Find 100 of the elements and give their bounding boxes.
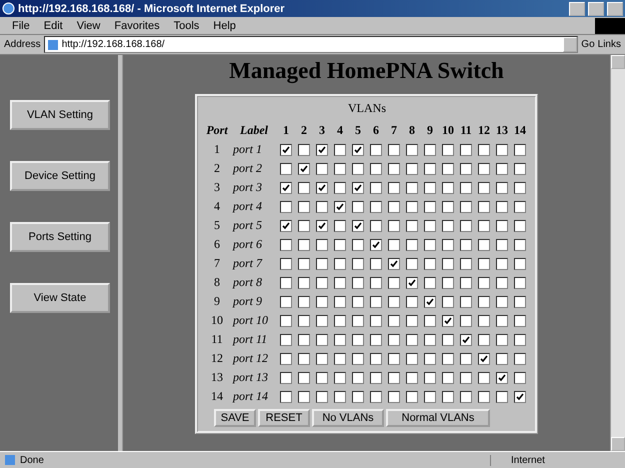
scrollbar[interactable] xyxy=(610,55,625,451)
checkbox[interactable] xyxy=(514,220,526,232)
checkbox[interactable] xyxy=(406,182,418,194)
checkbox[interactable] xyxy=(280,238,292,250)
checkbox[interactable] xyxy=(514,276,526,288)
checkbox[interactable] xyxy=(496,334,508,346)
checkbox[interactable] xyxy=(514,238,526,250)
checkbox[interactable] xyxy=(370,276,382,288)
checkbox[interactable] xyxy=(388,258,400,270)
checkbox[interactable] xyxy=(496,220,508,232)
checkbox[interactable] xyxy=(406,220,418,232)
checkbox[interactable] xyxy=(334,352,346,364)
checkbox[interactable] xyxy=(478,334,490,346)
checkbox[interactable] xyxy=(280,144,292,156)
checkbox[interactable] xyxy=(478,182,490,194)
checkbox[interactable] xyxy=(334,296,346,308)
checkbox[interactable] xyxy=(370,334,382,346)
checkbox[interactable] xyxy=(280,314,292,326)
checkbox[interactable] xyxy=(406,334,418,346)
checkbox[interactable] xyxy=(424,296,436,308)
checkbox[interactable] xyxy=(514,352,526,364)
checkbox[interactable] xyxy=(388,296,400,308)
checkbox[interactable] xyxy=(496,372,508,384)
checkbox[interactable] xyxy=(424,334,436,346)
checkbox[interactable] xyxy=(352,276,364,288)
form-button[interactable]: RESET xyxy=(258,409,310,427)
checkbox[interactable] xyxy=(460,296,472,308)
checkbox[interactable] xyxy=(370,372,382,384)
checkbox[interactable] xyxy=(388,144,400,156)
checkbox[interactable] xyxy=(316,258,328,270)
checkbox[interactable] xyxy=(478,238,490,250)
checkbox[interactable] xyxy=(352,162,364,174)
checkbox[interactable] xyxy=(406,314,418,326)
checkbox[interactable] xyxy=(406,276,418,288)
checkbox[interactable] xyxy=(298,372,310,384)
address-field[interactable]: http://192.168.168.168/ xyxy=(44,36,578,53)
checkbox[interactable] xyxy=(370,182,382,194)
checkbox[interactable] xyxy=(514,182,526,194)
checkbox[interactable] xyxy=(280,258,292,270)
checkbox[interactable] xyxy=(352,220,364,232)
checkbox[interactable] xyxy=(334,258,346,270)
checkbox[interactable] xyxy=(460,200,472,212)
checkbox[interactable] xyxy=(316,296,328,308)
checkbox[interactable] xyxy=(496,182,508,194)
checkbox[interactable] xyxy=(424,200,436,212)
checkbox[interactable] xyxy=(352,334,364,346)
checkbox[interactable] xyxy=(496,200,508,212)
checkbox[interactable] xyxy=(370,200,382,212)
checkbox[interactable] xyxy=(298,200,310,212)
checkbox[interactable] xyxy=(316,352,328,364)
checkbox[interactable] xyxy=(334,162,346,174)
go-button[interactable]: Go xyxy=(581,39,595,50)
checkbox[interactable] xyxy=(352,238,364,250)
checkbox[interactable] xyxy=(496,258,508,270)
checkbox[interactable] xyxy=(298,390,310,402)
checkbox[interactable] xyxy=(478,352,490,364)
checkbox[interactable] xyxy=(514,258,526,270)
checkbox[interactable] xyxy=(334,200,346,212)
checkbox[interactable] xyxy=(316,314,328,326)
checkbox[interactable] xyxy=(442,144,454,156)
checkbox[interactable] xyxy=(334,276,346,288)
maximize-button[interactable] xyxy=(588,2,604,16)
checkbox[interactable] xyxy=(298,334,310,346)
checkbox[interactable] xyxy=(424,390,436,402)
checkbox[interactable] xyxy=(496,238,508,250)
checkbox[interactable] xyxy=(478,258,490,270)
checkbox[interactable] xyxy=(442,182,454,194)
checkbox[interactable] xyxy=(370,390,382,402)
checkbox[interactable] xyxy=(460,352,472,364)
checkbox[interactable] xyxy=(406,238,418,250)
checkbox[interactable] xyxy=(406,296,418,308)
checkbox[interactable] xyxy=(388,200,400,212)
checkbox[interactable] xyxy=(334,372,346,384)
checkbox[interactable] xyxy=(496,162,508,174)
checkbox[interactable] xyxy=(424,352,436,364)
checkbox[interactable] xyxy=(334,238,346,250)
checkbox[interactable] xyxy=(334,390,346,402)
checkbox[interactable] xyxy=(442,220,454,232)
checkbox[interactable] xyxy=(352,182,364,194)
checkbox[interactable] xyxy=(298,296,310,308)
checkbox[interactable] xyxy=(280,352,292,364)
checkbox[interactable] xyxy=(478,296,490,308)
checkbox[interactable] xyxy=(442,162,454,174)
checkbox[interactable] xyxy=(406,372,418,384)
checkbox[interactable] xyxy=(370,296,382,308)
checkbox[interactable] xyxy=(316,162,328,174)
checkbox[interactable] xyxy=(316,144,328,156)
checkbox[interactable] xyxy=(478,162,490,174)
form-button[interactable]: SAVE xyxy=(214,409,256,427)
checkbox[interactable] xyxy=(298,162,310,174)
close-button[interactable] xyxy=(607,2,623,16)
checkbox[interactable] xyxy=(496,352,508,364)
checkbox[interactable] xyxy=(478,200,490,212)
checkbox[interactable] xyxy=(298,220,310,232)
checkbox[interactable] xyxy=(460,182,472,194)
checkbox[interactable] xyxy=(298,276,310,288)
checkbox[interactable] xyxy=(460,334,472,346)
checkbox[interactable] xyxy=(352,200,364,212)
checkbox[interactable] xyxy=(424,258,436,270)
checkbox[interactable] xyxy=(370,144,382,156)
